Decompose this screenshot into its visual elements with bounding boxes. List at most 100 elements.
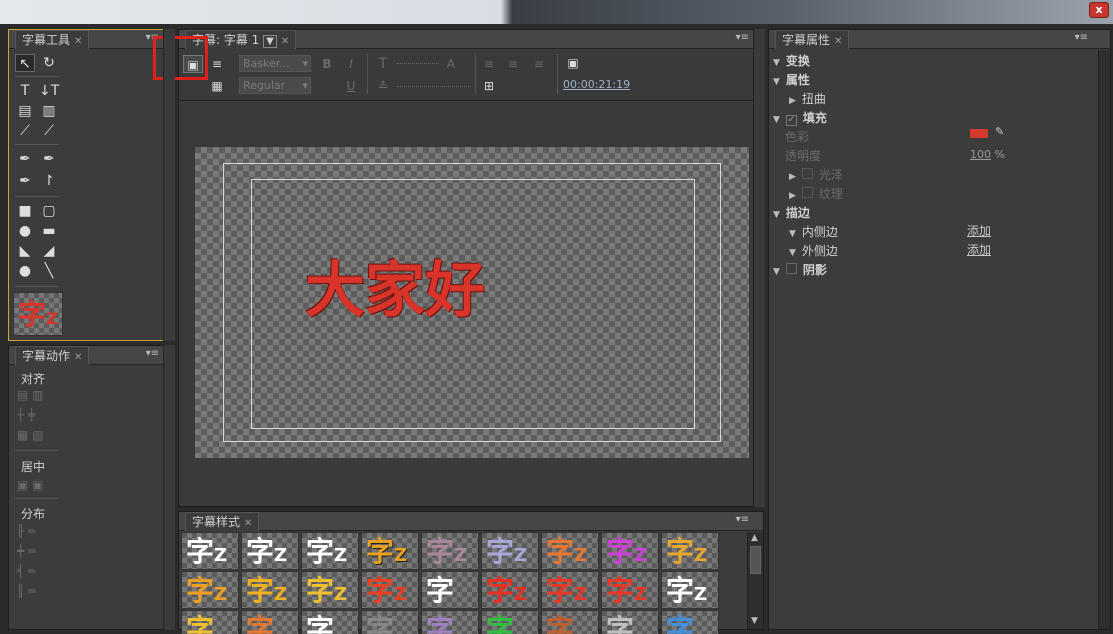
styles-scrollbar[interactable]: ▲ ▼: [747, 532, 763, 629]
leading-slider[interactable]: [397, 86, 439, 87]
roll-crawl-options-icon[interactable]: ≡: [207, 55, 227, 73]
align-center-icon[interactable]: ┼ ╪: [17, 408, 35, 422]
opacity-field[interactable]: 100 %: [970, 148, 1005, 161]
delete-anchor-tool-icon[interactable]: ✒: [39, 150, 59, 168]
close-icon[interactable]: ✕: [834, 36, 842, 47]
expand-arrow-icon[interactable]: ▼: [789, 229, 796, 239]
style-swatch[interactable]: 字: [241, 610, 299, 634]
align-right-text-icon[interactable]: ≡: [529, 55, 549, 73]
distort-section[interactable]: ▶ 扭曲: [789, 90, 826, 107]
style-swatch[interactable]: 字: [181, 610, 239, 634]
expand-arrow-icon[interactable]: ▼: [773, 267, 780, 277]
title-canvas[interactable]: 大家好: [195, 147, 749, 458]
style-swatch[interactable]: 字Z: [241, 571, 299, 609]
style-swatch[interactable]: 字Z: [481, 571, 539, 609]
style-swatch[interactable]: 字: [421, 571, 479, 609]
ellipse-rect-tool-icon[interactable]: ●: [15, 222, 35, 240]
inner-stroke-add-link[interactable]: 添加: [967, 222, 991, 239]
shadow-checkbox[interactable]: [785, 263, 797, 274]
collapse-arrow-icon[interactable]: ▶: [789, 172, 796, 182]
selection-tool-icon[interactable]: ↖: [15, 54, 35, 72]
close-icon[interactable]: ✕: [74, 36, 82, 47]
timecode[interactable]: 00:00:21:19: [563, 78, 630, 91]
panel-menu-icon[interactable]: ▾≡: [146, 348, 159, 359]
tab-stops-icon[interactable]: ⊞: [479, 77, 499, 95]
align-center-text-icon[interactable]: ≡: [503, 55, 523, 73]
style-swatch[interactable]: 字Z: [421, 532, 479, 570]
center-icon[interactable]: ▣ ▣: [17, 478, 44, 492]
style-swatch[interactable]: 字Z: [241, 532, 299, 570]
style-swatch[interactable]: 字Z: [541, 532, 599, 570]
style-swatch[interactable]: 字: [481, 610, 539, 634]
vertical-type-tool-icon[interactable]: ↓T: [39, 82, 59, 100]
shadow-section[interactable]: ▼ 阴影: [773, 261, 827, 278]
expand-arrow-icon[interactable]: ▼: [773, 210, 780, 220]
styles-panel-tab[interactable]: 字幕样式 ✕: [179, 512, 763, 531]
scroll-up-icon[interactable]: ▲: [751, 533, 758, 543]
eyedropper-icon[interactable]: ✎: [995, 125, 1004, 138]
style-swatch[interactable]: 字: [661, 610, 719, 634]
editor-panel-tab[interactable]: 字幕: 字幕 1 ▼ ✕: [179, 30, 763, 49]
font-size-slider[interactable]: [397, 63, 439, 64]
fill-section[interactable]: ▼ ✓ 填充: [773, 109, 827, 126]
stroke-section[interactable]: ▼ 描边: [773, 204, 810, 221]
chevron-down-icon[interactable]: ▼: [263, 35, 277, 48]
style-swatch[interactable]: 字: [601, 610, 659, 634]
panel-menu-icon[interactable]: ▾≡: [1075, 32, 1088, 43]
rounded-rectangle-tool-icon[interactable]: ▢: [39, 202, 59, 220]
style-swatch[interactable]: 字Z: [661, 532, 719, 570]
distribute-space-icon[interactable]: ║ ═: [17, 584, 35, 598]
scroll-thumb[interactable]: [750, 546, 761, 574]
sheen-section[interactable]: ▶ 光泽: [789, 166, 843, 183]
convert-anchor-tool-icon[interactable]: ↾: [39, 172, 59, 190]
wedge-tool-icon[interactable]: ◣: [15, 242, 35, 260]
align-left-icon[interactable]: ▤ ▥: [17, 388, 44, 402]
distribute-v-icon[interactable]: ┿ ═: [17, 544, 35, 558]
style-swatch[interactable]: 字: [541, 610, 599, 634]
area-type-tool-icon[interactable]: ▤: [15, 102, 35, 120]
distribute-even-icon[interactable]: ╡ ═: [17, 564, 35, 578]
style-swatch[interactable]: 字Z: [181, 532, 239, 570]
texture-checkbox[interactable]: [801, 187, 813, 198]
close-icon[interactable]: ✕: [281, 36, 289, 47]
style-swatch[interactable]: 字Z: [181, 571, 239, 609]
left-panel-splitter[interactable]: [163, 345, 175, 630]
properties-panel-tab[interactable]: 字幕属性 ✕: [769, 30, 1110, 49]
properties-section[interactable]: ▼ 属性: [773, 71, 810, 88]
window-close-button[interactable]: x: [1089, 2, 1109, 18]
style-swatch[interactable]: 字Z: [661, 571, 719, 609]
leading-icon[interactable]: ≛: [373, 77, 393, 95]
templates-icon[interactable]: ▦: [207, 77, 227, 95]
align-left-text-icon[interactable]: ≡: [479, 55, 499, 73]
style-swatch[interactable]: 字Z: [601, 571, 659, 609]
expand-arrow-icon[interactable]: ▼: [773, 77, 780, 87]
expand-arrow-icon[interactable]: ▼: [773, 115, 780, 125]
style-swatch[interactable]: 字Z: [361, 571, 419, 609]
pen-tool-icon[interactable]: ✒: [15, 150, 35, 168]
expand-arrow-icon[interactable]: ▼: [773, 58, 780, 68]
type-tool-icon[interactable]: T: [15, 82, 35, 100]
ellipse-tool-icon[interactable]: ●: [15, 262, 35, 280]
font-family-select[interactable]: Basker... ▾: [239, 55, 311, 72]
tracking-slider[interactable]: [441, 86, 471, 87]
canvas-title-text[interactable]: 大家好: [305, 259, 485, 323]
panel-menu-icon[interactable]: ▾≡: [736, 32, 749, 43]
close-icon[interactable]: ✕: [244, 518, 252, 529]
scroll-down-icon[interactable]: ▼: [751, 616, 758, 626]
expand-arrow-icon[interactable]: ▼: [789, 248, 796, 258]
bold-button[interactable]: B: [317, 55, 337, 73]
add-anchor-tool-icon[interactable]: ✒: [15, 172, 35, 190]
style-swatch[interactable]: 字: [301, 610, 359, 634]
path-type-tool-icon[interactable]: ⟋: [15, 122, 35, 140]
line-tool-icon[interactable]: ╲: [39, 262, 59, 280]
inner-stroke-row[interactable]: ▼ 内侧边: [789, 223, 838, 240]
arc-tool-icon[interactable]: ◢: [39, 242, 59, 260]
font-style-select[interactable]: Regular ▾: [239, 77, 311, 94]
font-size-icon[interactable]: T: [373, 55, 393, 73]
distribute-h-icon[interactable]: ╟ ═: [17, 524, 35, 538]
panel-menu-icon[interactable]: ▾≡: [736, 514, 749, 525]
italic-button[interactable]: I: [341, 55, 361, 73]
fill-checkbox[interactable]: ✓: [785, 115, 797, 126]
transform-section[interactable]: ▼ 变换: [773, 52, 810, 69]
underline-button[interactable]: U: [341, 77, 361, 95]
